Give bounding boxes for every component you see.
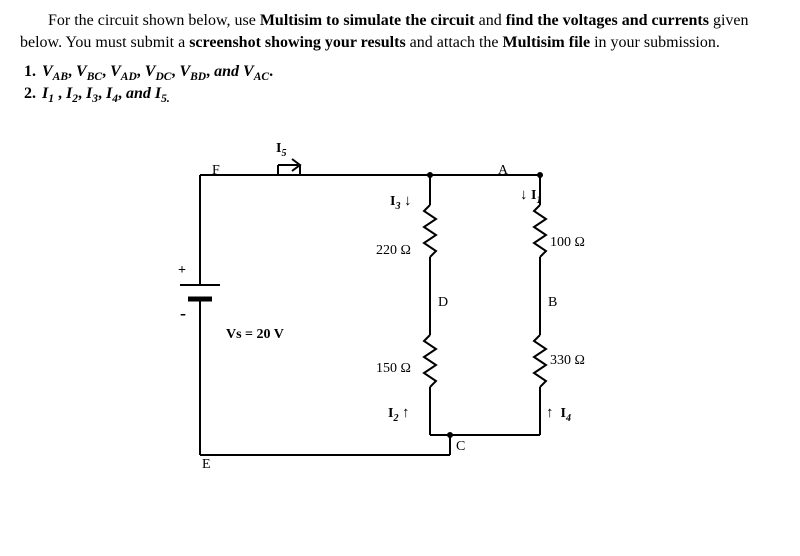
text-bold: Multisim to simulate the circuit: [260, 12, 475, 29]
text-part: and attach the: [406, 34, 503, 51]
var-sub: AB: [53, 71, 68, 83]
node-f-label: F: [212, 163, 220, 179]
down-arrow-icon: ↓: [404, 193, 412, 209]
i1-sub: 1: [536, 195, 541, 206]
battery-minus-icon: -: [180, 303, 186, 324]
circuit-diagram: F A B C D E + - Vs = 20 V 220 Ω 150 Ω 10…: [20, 135, 780, 515]
i4-label: ↑ I4: [546, 405, 571, 424]
i2-sub: 2: [393, 413, 398, 424]
var-v: V: [76, 63, 87, 80]
r220-label: 220 Ω: [376, 243, 411, 259]
i2-label: I2 ↑: [388, 405, 410, 424]
up-arrow-icon: ↑: [402, 405, 410, 421]
i4-sub: 4: [566, 413, 571, 424]
text-bold: Multisim file: [503, 34, 595, 51]
var-sub: BD: [190, 71, 206, 83]
text-part: and: [475, 12, 506, 29]
var-sub: 5.: [161, 93, 170, 105]
comma: ,: [78, 85, 86, 102]
comma: ,: [206, 63, 214, 80]
comma: ,: [68, 63, 76, 80]
i1-label: ↓ I1: [520, 187, 542, 206]
text-part: For the circuit shown below, use: [48, 12, 260, 29]
i5-label: I5: [276, 141, 287, 159]
node-a-label: A: [498, 163, 508, 179]
text-bold: screenshot showing your results: [189, 34, 405, 51]
var-v: V: [145, 63, 156, 80]
comma: ,: [102, 63, 110, 80]
comma: ,: [118, 85, 126, 102]
and-word: and: [214, 63, 243, 80]
up-arrow-icon: ↑: [546, 405, 554, 421]
var-v: V: [179, 63, 190, 80]
problem-paragraph: For the circuit shown below, use Multisi…: [20, 10, 780, 55]
i3-label: I3 ↓: [390, 193, 412, 212]
node-b-label: B: [548, 295, 557, 311]
var-sub: BC: [87, 71, 102, 83]
var-sub: AD: [121, 71, 137, 83]
node-c-label: C: [456, 439, 465, 455]
i5-sub: 5: [281, 148, 286, 159]
comma: ,: [137, 63, 145, 80]
r330-label: 330 Ω: [550, 353, 585, 369]
source-label: Vs = 20 V: [226, 327, 284, 343]
and-word: and: [126, 85, 155, 102]
circuit-svg: [20, 135, 780, 505]
var-sub: DC: [155, 71, 171, 83]
text-bold: find the voltages and currents: [506, 12, 709, 29]
period: .: [269, 63, 273, 80]
question-1: 1. VAB, VBC, VAD, VDC, VBD, and VAC.: [24, 63, 780, 83]
node-d-label: D: [438, 295, 448, 311]
comma: ,: [98, 85, 106, 102]
var-v: V: [42, 63, 53, 80]
node-e-label: E: [202, 457, 211, 473]
text-part: in your submission.: [594, 34, 720, 51]
i3-sub: 3: [395, 201, 400, 212]
battery-plus-icon: +: [178, 263, 186, 279]
question-2: 2. I1 , I2, I3, I4, and I5.: [24, 85, 780, 105]
list-number: 1.: [24, 63, 42, 81]
var-v: V: [243, 63, 254, 80]
var-sub: AC: [254, 71, 269, 83]
comma: ,: [54, 85, 66, 102]
r100-label: 100 Ω: [550, 235, 585, 251]
var-v: V: [110, 63, 121, 80]
down-arrow-icon: ↓: [520, 187, 528, 203]
r150-label: 150 Ω: [376, 361, 411, 377]
list-number: 2.: [24, 85, 42, 103]
